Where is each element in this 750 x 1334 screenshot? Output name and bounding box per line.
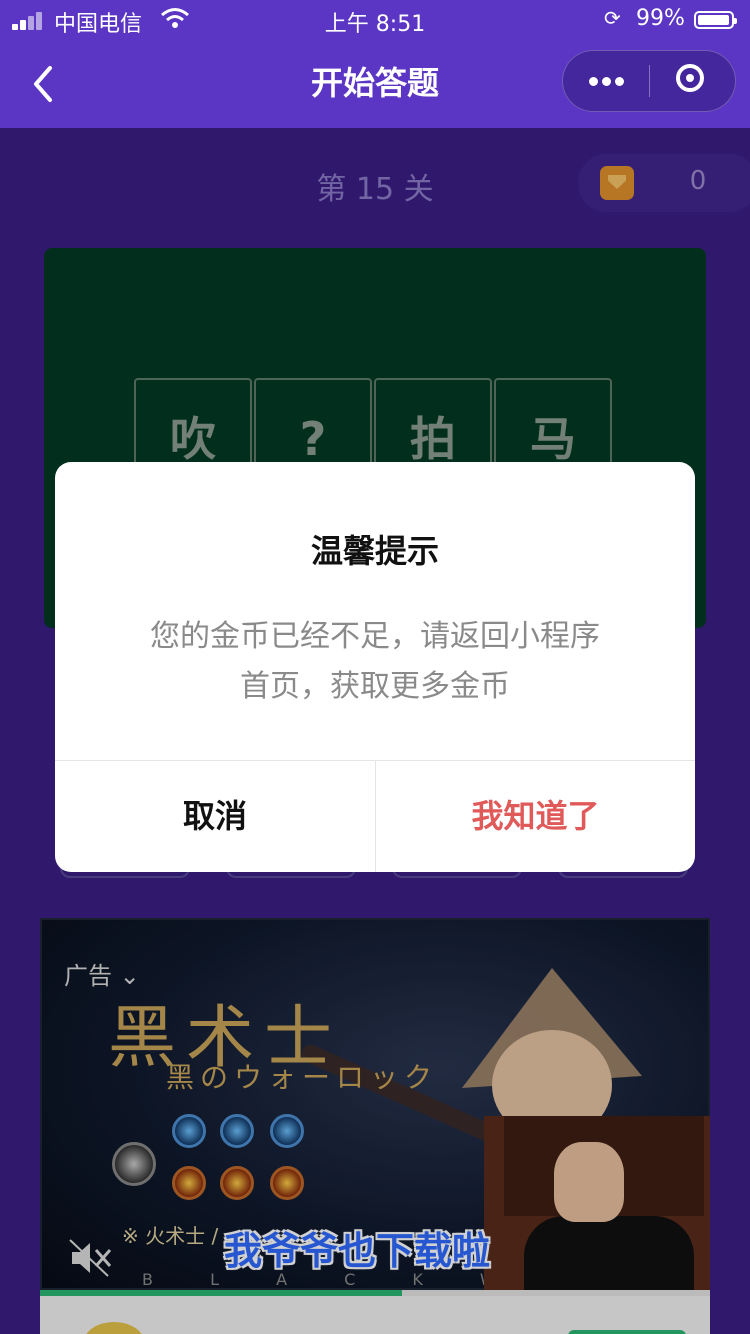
orientation-lock-icon: ⟳: [604, 6, 621, 30]
battery-percentage: 99%: [636, 6, 685, 31]
top-bar: 中国电信 上午 8:51 ⟳ 99% 开始答题: [0, 0, 750, 128]
status-bar: 中国电信 上午 8:51 ⟳ 99%: [0, 0, 750, 40]
dialog-message: 您的金币已经不足，请返回小程序 首页，获取更多金币: [95, 612, 655, 712]
close-mini-program-button[interactable]: [650, 51, 736, 111]
battery-icon: [694, 11, 737, 29]
navigation-bar: 开始答题: [0, 40, 750, 128]
close-circle-icon: [676, 64, 704, 92]
dialog-title: 温馨提示: [310, 532, 439, 570]
cancel-button[interactable]: 取消: [55, 761, 375, 872]
dialog-message-line: 首页，获取更多金币: [240, 669, 510, 704]
confirm-button[interactable]: 我知道了: [376, 761, 695, 872]
more-button[interactable]: [563, 51, 649, 111]
alert-dialog: 温馨提示 您的金币已经不足，请返回小程序 首页，获取更多金币 取消 我知道了: [55, 462, 695, 872]
mini-program-capsule: [562, 50, 736, 112]
dialog-message-line: 您的金币已经不足，请返回小程序: [150, 619, 600, 654]
